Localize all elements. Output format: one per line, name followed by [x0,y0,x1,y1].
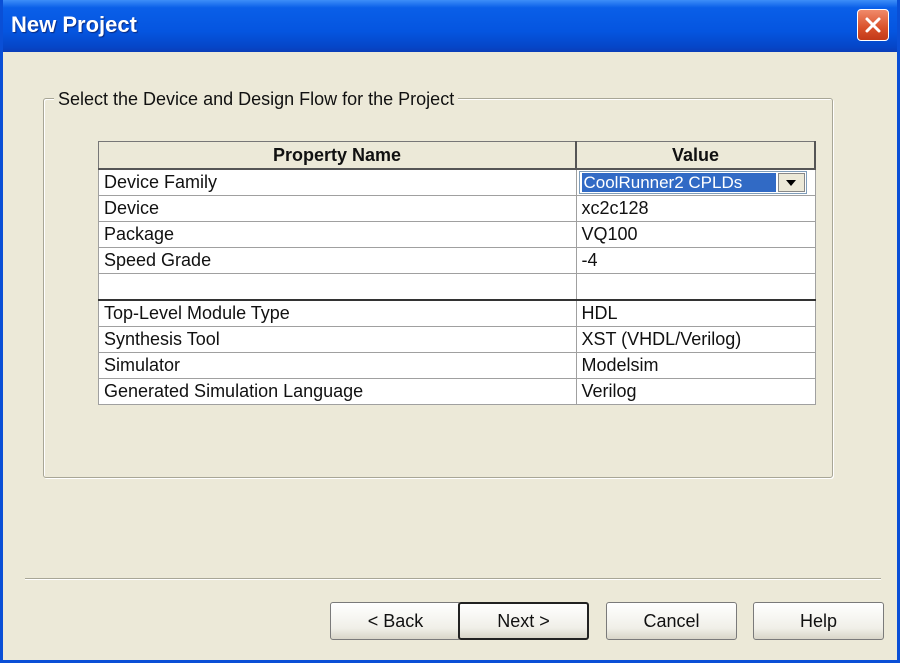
grid-header: Property Name Value [98,141,816,170]
property-name-cell: Device Family [98,168,577,196]
separator-row [98,273,816,301]
table-row[interactable]: Simulator Modelsim [98,352,816,379]
property-name-cell: Package [98,221,577,248]
property-value-cell[interactable]: Verilog [575,378,816,405]
close-icon [865,17,881,33]
device-family-select[interactable]: CoolRunner2 CPLDs [578,171,807,194]
table-row[interactable]: Speed Grade -4 [98,247,816,274]
table-row[interactable]: Package VQ100 [98,221,816,248]
table-row[interactable]: Synthesis Tool XST (VHDL/Verilog) [98,326,816,353]
footer-divider [25,578,881,580]
new-project-dialog: New Project Select the Device and Design… [0,0,900,663]
dialog-content: Select the Device and Design Flow for th… [3,52,897,660]
back-button[interactable]: < Back [330,602,461,640]
table-row[interactable]: Device Family CoolRunner2 CPLDs [98,168,816,196]
window-title: New Project [11,12,137,37]
device-family-selected: CoolRunner2 CPLDs [581,173,776,192]
property-value-cell[interactable]: Modelsim [575,352,816,379]
cancel-button[interactable]: Cancel [606,602,737,640]
help-button[interactable]: Help [753,602,884,640]
property-name-cell: Simulator [98,352,577,379]
property-value-cell[interactable]: VQ100 [575,221,816,248]
header-property-name[interactable]: Property Name [98,141,577,170]
chevron-down-icon [786,179,796,186]
property-value-cell[interactable]: CoolRunner2 CPLDs [575,168,816,196]
property-name-cell: Top-Level Module Type [98,299,577,327]
table-row[interactable]: Top-Level Module Type HDL [98,299,816,327]
property-value-cell[interactable]: -4 [575,247,816,274]
property-name-cell: Synthesis Tool [98,326,577,353]
property-name-cell [98,273,577,301]
property-value-cell[interactable]: xc2c128 [575,195,816,222]
property-name-cell: Speed Grade [98,247,577,274]
title-bar[interactable]: New Project [3,0,897,52]
table-row[interactable]: Device xc2c128 [98,195,816,222]
header-value[interactable]: Value [575,141,816,170]
property-grid: Property Name Value Device Family CoolRu… [98,141,816,405]
property-value-cell[interactable]: HDL [575,299,816,327]
property-name-cell: Generated Simulation Language [98,378,577,405]
dropdown-button[interactable] [777,173,805,192]
property-value-cell [575,273,816,301]
table-row[interactable]: Generated Simulation Language Verilog [98,378,816,405]
next-button[interactable]: Next > [458,602,589,640]
group-label: Select the Device and Design Flow for th… [54,89,459,110]
close-button[interactable] [857,9,889,41]
property-name-cell: Device [98,195,577,222]
property-value-cell[interactable]: XST (VHDL/Verilog) [575,326,816,353]
